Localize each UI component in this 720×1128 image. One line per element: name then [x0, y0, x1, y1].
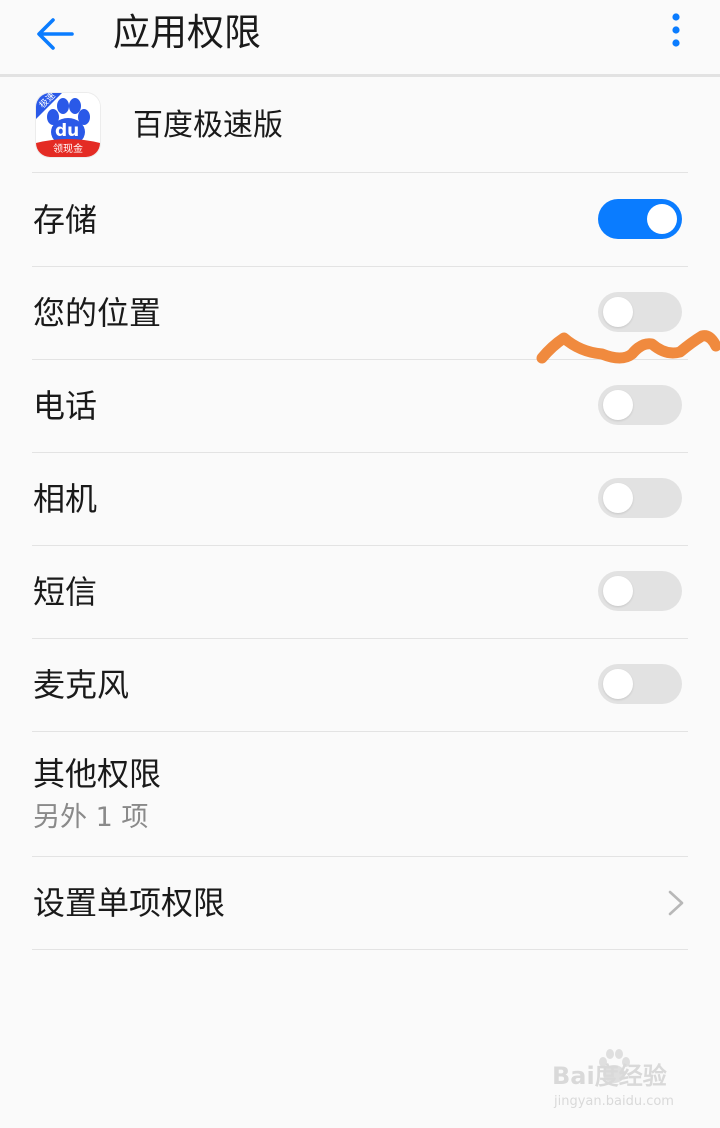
arrow-left-icon [37, 18, 74, 50]
other-permissions-subtitle: 另外 1 项 [33, 802, 149, 833]
camera-toggle[interactable] [598, 478, 682, 518]
baidu-jingyan-watermark: Bai度经验 jingyan.baidu.com [548, 1048, 716, 1114]
permission-row-storage[interactable]: 存储 [0, 173, 720, 266]
toggle-knob [603, 390, 633, 420]
watermark-url: jingyan.baidu.com [554, 1094, 674, 1109]
toggle-knob [603, 669, 633, 699]
chevron-right-icon [668, 890, 684, 916]
location-toggle[interactable] [598, 292, 682, 332]
microphone-toggle[interactable] [598, 664, 682, 704]
toggle-knob [603, 297, 633, 327]
permission-label: 您的位置 [33, 294, 162, 332]
app-info-row: 极速 du 领现金 百度极速版 [0, 78, 720, 172]
app-bar: 应用权限 [0, 0, 720, 74]
divider [32, 949, 688, 950]
permission-label: 短信 [33, 573, 98, 611]
page-title: 应用权限 [113, 11, 261, 54]
permission-row-phone[interactable]: 电话 [0, 359, 720, 452]
phone-toggle[interactable] [598, 385, 682, 425]
permission-row-microphone[interactable]: 麦克风 [0, 638, 720, 731]
back-button[interactable] [30, 10, 82, 58]
permission-label: 相机 [33, 480, 98, 518]
more-vertical-icon [672, 13, 680, 47]
permission-row-sms[interactable]: 短信 [0, 545, 720, 638]
permission-row-location[interactable]: 您的位置 [0, 266, 720, 359]
watermark-text: Bai度经验 [552, 1062, 667, 1090]
toggle-knob [603, 576, 633, 606]
single-permission-label: 设置单项权限 [33, 884, 226, 922]
app-bar-divider [0, 74, 720, 77]
app-paw-text: du [55, 121, 80, 141]
permission-row-camera[interactable]: 相机 [0, 452, 720, 545]
storage-toggle[interactable] [598, 199, 682, 239]
single-permission-row[interactable]: 设置单项权限 [0, 857, 720, 949]
app-badge-bottom: 领现金 [53, 144, 83, 155]
permission-label: 麦克风 [33, 666, 130, 704]
toggle-knob [603, 483, 633, 513]
permission-label: 电话 [33, 387, 98, 425]
other-permissions-title: 其他权限 [33, 755, 162, 793]
app-name: 百度极速版 [133, 108, 283, 143]
other-permissions-row[interactable]: 其他权限 另外 1 项 [0, 732, 720, 856]
baidu-paw-icon: 极速 du 领现金 [36, 93, 100, 157]
toggle-knob [647, 204, 677, 234]
more-options-button[interactable] [652, 8, 700, 56]
sms-toggle[interactable] [598, 571, 682, 611]
permission-label: 存储 [33, 201, 98, 239]
